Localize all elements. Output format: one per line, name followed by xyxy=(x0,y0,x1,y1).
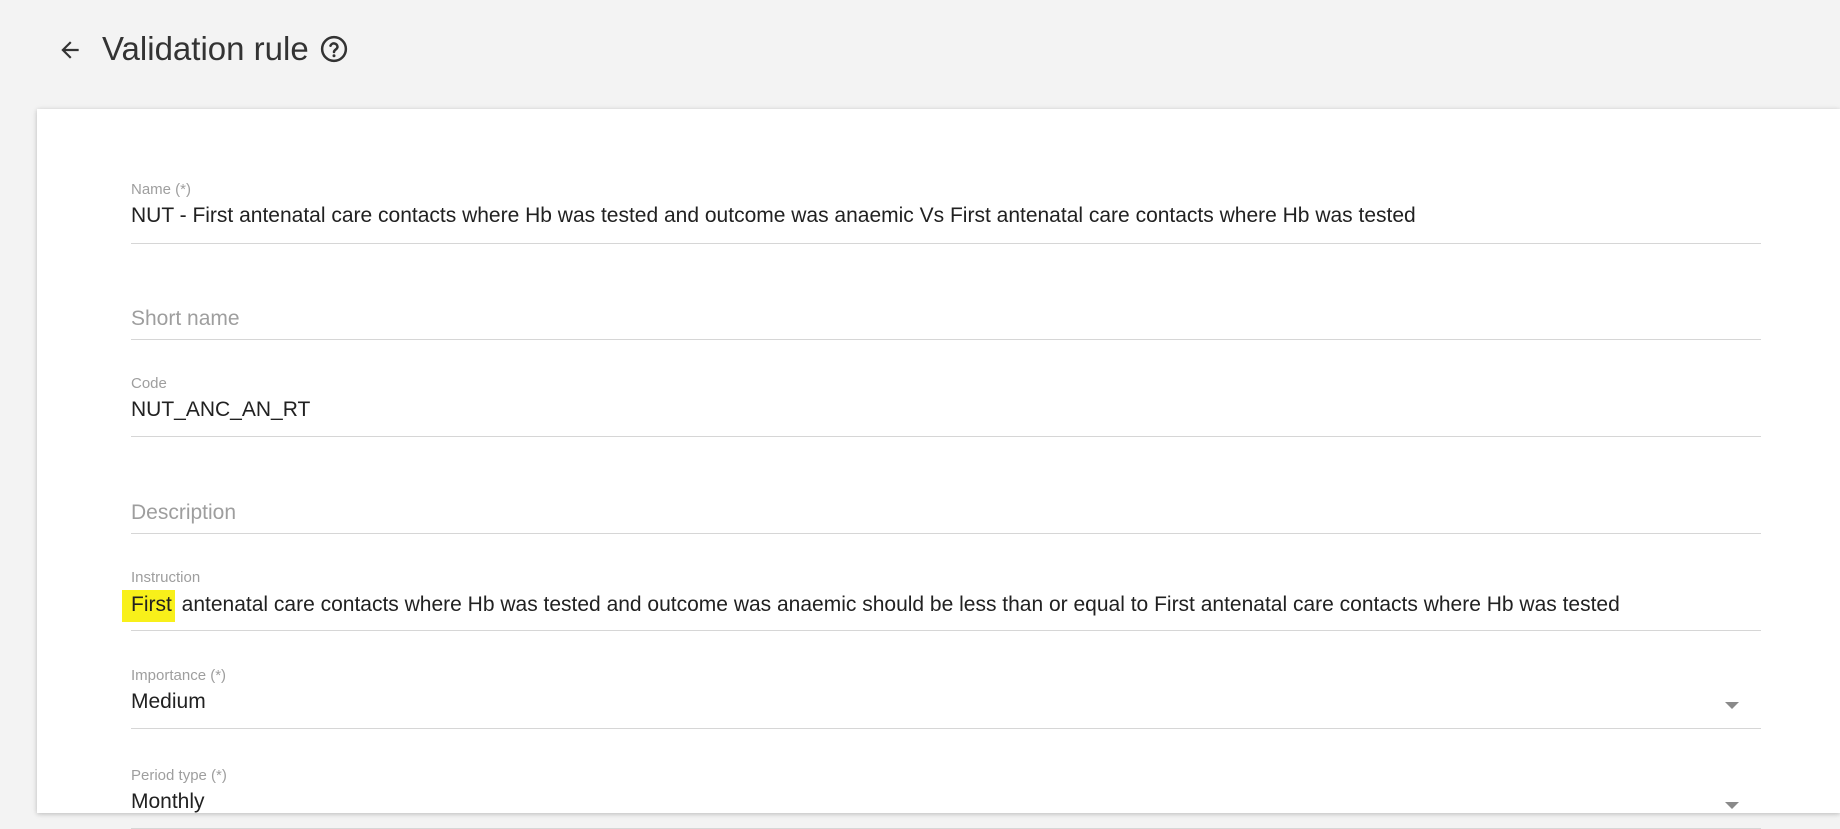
code-label: Code xyxy=(131,375,167,392)
code-input[interactable]: NUT_ANC_AN_RT xyxy=(131,398,310,422)
page-header: Validation rule xyxy=(0,0,1840,108)
instruction-label: Instruction xyxy=(131,569,201,586)
search-highlight: First xyxy=(122,590,175,622)
arrow-left-icon xyxy=(61,41,79,59)
instruction-input[interactable]: First antenatal care contacts where Hb w… xyxy=(122,590,1620,622)
code-field[interactable]: Code NUT_ANC_AN_RT xyxy=(131,363,1761,437)
short-name-input[interactable]: Short name xyxy=(131,307,240,331)
instruction-text: antenatal care contacts where Hb was tes… xyxy=(175,593,1620,616)
period-type-select[interactable]: Period type (*) Monthly xyxy=(131,757,1761,829)
period-type-value: Monthly xyxy=(131,790,205,813)
importance-select[interactable]: Importance (*) Medium xyxy=(131,657,1761,729)
back-button[interactable] xyxy=(50,30,90,70)
help-button[interactable] xyxy=(319,34,349,64)
page-title: Validation rule xyxy=(102,30,309,67)
name-field[interactable]: Name (*) NUT - First antenatal care cont… xyxy=(131,171,1761,244)
name-input[interactable]: NUT - First antenatal care contacts wher… xyxy=(131,204,1416,228)
form-card: Name (*) NUT - First antenatal care cont… xyxy=(37,109,1840,829)
help-circle-icon xyxy=(320,35,348,63)
chevron-down-icon[interactable] xyxy=(1725,802,1739,809)
period-type-label: Period type (*) xyxy=(131,767,227,784)
description-field[interactable]: Description xyxy=(131,463,1761,534)
chevron-down-icon[interactable] xyxy=(1725,702,1739,709)
importance-label: Importance (*) xyxy=(131,667,227,684)
importance-value: Medium xyxy=(131,690,206,713)
instruction-field[interactable]: Instruction First antenatal care contact… xyxy=(122,557,1761,631)
description-input[interactable]: Description xyxy=(131,501,236,525)
name-label: Name (*) xyxy=(131,181,192,198)
short-name-field[interactable]: Short name xyxy=(131,269,1761,340)
